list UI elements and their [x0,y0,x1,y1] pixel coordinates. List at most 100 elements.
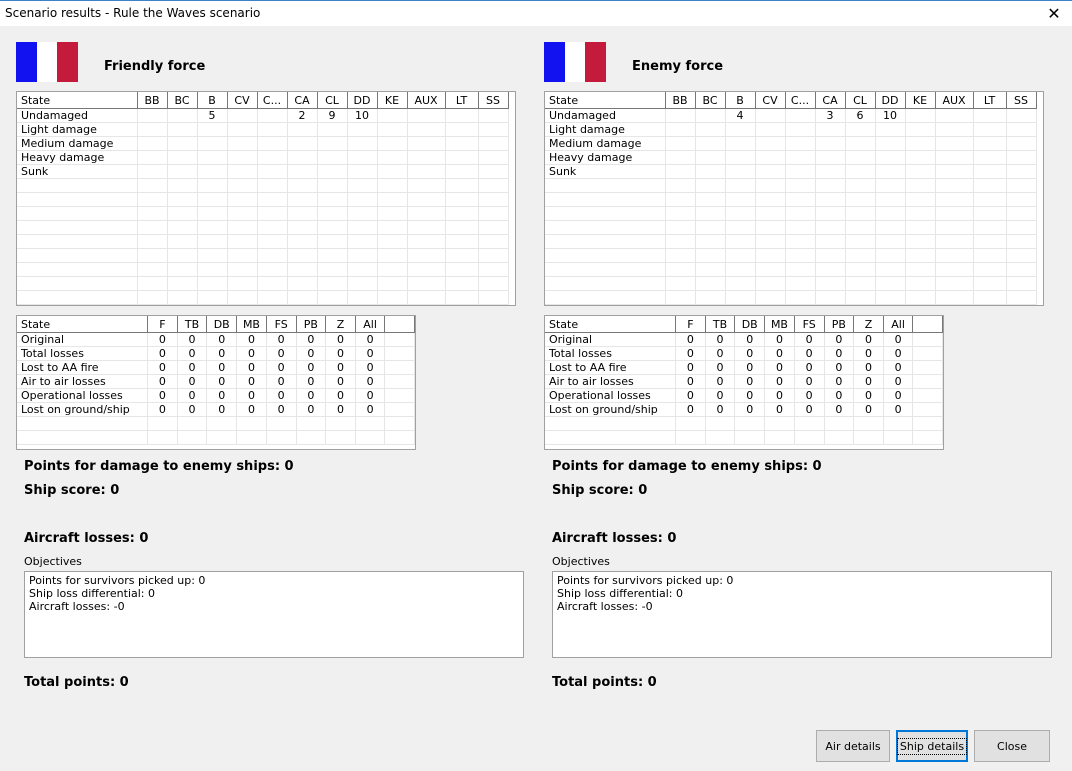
table-row[interactable]: Total losses 0 0 0 0 0 0 0 0 [545,346,943,361]
table-row[interactable]: Medium damage [17,136,509,151]
column-header-filler[interactable] [384,316,415,333]
column-header-filler[interactable] [912,316,943,333]
enemy-objectives-box[interactable]: Points for survivors picked up: 0 Ship l… [552,571,1052,658]
column-header[interactable]: PB [296,316,327,333]
column-header[interactable]: LT [445,92,479,109]
table-row[interactable] [545,178,1037,193]
table-row[interactable] [545,206,1037,221]
column-header[interactable]: BB [665,92,696,109]
column-header[interactable]: MB [764,316,795,333]
column-header[interactable]: BC [695,92,726,109]
column-header[interactable]: BC [167,92,198,109]
column-header[interactable]: State [545,316,677,333]
table-row[interactable]: Heavy damage [17,150,509,165]
friendly-ship-grid[interactable]: State BB BC B CV C... CA CL DD KE AUX LT SS Undamaged… [16,91,516,306]
table-row[interactable]: Original 0 0 0 0 0 0 0 0 [17,332,415,347]
column-header[interactable]: CA [287,92,318,109]
table-row[interactable]: Sunk [17,164,509,179]
table-row[interactable]: Light damage [17,122,509,137]
column-header[interactable]: C... [257,92,288,109]
column-header[interactable]: KE [377,92,408,109]
table-row[interactable] [545,416,943,431]
table-row[interactable]: Lost on ground/ship 0 0 0 0 0 0 0 0 [17,402,415,417]
column-header[interactable]: DB [206,316,238,333]
column-header[interactable]: CV [755,92,786,109]
friendly-air-grid[interactable]: State F TB DB MB FS PB Z All Original 0 0 0 0 0 0 0 0 Tota… [16,315,416,450]
close-window-icon[interactable]: ✕ [1042,3,1066,25]
table-row[interactable] [545,262,1037,277]
table-row[interactable] [17,276,509,291]
table-row[interactable] [17,206,509,221]
table-row[interactable] [17,290,509,305]
table-row[interactable]: Medium damage [545,136,1037,151]
column-header[interactable]: CL [845,92,876,109]
column-header[interactable]: All [883,316,914,333]
column-header[interactable]: DD [875,92,906,109]
column-header[interactable]: CL [317,92,348,109]
table-row[interactable] [545,192,1037,207]
table-row[interactable]: Operational losses 0 0 0 0 0 0 0 0 [545,388,943,403]
table-row[interactable] [545,248,1037,263]
column-header[interactable]: BB [137,92,168,109]
column-header[interactable]: State [17,316,149,333]
column-header[interactable]: State [545,92,666,109]
table-row[interactable] [17,262,509,277]
column-header[interactable]: AUX [407,92,446,109]
ship-details-button[interactable]: Ship details [896,730,968,762]
close-button[interactable]: Close [974,730,1050,762]
column-header[interactable]: FS [794,316,825,333]
table-row[interactable]: Operational losses 0 0 0 0 0 0 0 0 [17,388,415,403]
column-header[interactable]: TB [705,316,736,333]
air-details-button[interactable]: Air details [816,730,890,762]
column-header[interactable]: Z [325,316,356,333]
table-row[interactable] [17,430,415,445]
table-row[interactable]: Original 0 0 0 0 0 0 0 0 [545,332,943,347]
enemy-air-grid[interactable]: State F TB DB MB FS PB Z All Original 0 0 0 0 0 0 0 0 Tota… [544,315,944,450]
table-row[interactable]: Light damage [545,122,1037,137]
column-header[interactable]: B [725,92,756,109]
column-header[interactable]: PB [824,316,855,333]
table-row[interactable] [17,192,509,207]
column-header[interactable]: FS [266,316,297,333]
column-header[interactable]: MB [236,316,267,333]
column-header[interactable]: KE [905,92,936,109]
table-row[interactable]: Lost on ground/ship 0 0 0 0 0 0 0 0 [545,402,943,417]
table-row[interactable]: Undamaged 4 3 6 10 [545,108,1037,123]
column-header[interactable]: B [197,92,228,109]
table-row[interactable] [17,220,509,235]
table-row[interactable]: Total losses 0 0 0 0 0 0 0 0 [17,346,415,361]
table-row[interactable] [17,234,509,249]
column-header[interactable]: F [675,316,706,333]
enemy-ship-grid[interactable]: State BB BC B CV C... CA CL DD KE AUX LT SS Undamaged… [544,91,1044,306]
column-header[interactable]: CA [815,92,846,109]
column-header[interactable]: DB [734,316,766,333]
column-header[interactable]: LT [973,92,1007,109]
table-row[interactable]: Air to air losses 0 0 0 0 0 0 0 0 [545,374,943,389]
table-row[interactable]: Sunk [545,164,1037,179]
column-header[interactable]: DD [347,92,378,109]
column-header[interactable]: All [355,316,386,333]
table-row[interactable]: Air to air losses 0 0 0 0 0 0 0 0 [17,374,415,389]
column-header[interactable]: State [17,92,138,109]
table-row[interactable]: Lost to AA fire 0 0 0 0 0 0 0 0 [17,360,415,375]
table-row[interactable] [545,290,1037,305]
column-header[interactable]: SS [1006,92,1037,109]
column-header[interactable]: CV [227,92,258,109]
column-header[interactable]: C... [785,92,816,109]
column-header[interactable]: SS [478,92,509,109]
table-row[interactable] [545,234,1037,249]
table-row[interactable] [545,276,1037,291]
column-header[interactable]: F [147,316,178,333]
column-header[interactable]: Z [853,316,884,333]
table-row[interactable] [17,178,509,193]
table-row[interactable] [545,430,943,445]
column-header[interactable]: TB [177,316,208,333]
column-header[interactable]: AUX [935,92,974,109]
table-row[interactable]: Heavy damage [545,150,1037,165]
friendly-objectives-box[interactable]: Points for survivors picked up: 0 Ship l… [24,571,524,658]
table-row[interactable]: Lost to AA fire 0 0 0 0 0 0 0 0 [545,360,943,375]
table-row[interactable] [17,416,415,431]
table-row[interactable]: Undamaged 5 2 9 10 [17,108,509,123]
table-row[interactable] [545,220,1037,235]
table-row[interactable] [17,248,509,263]
